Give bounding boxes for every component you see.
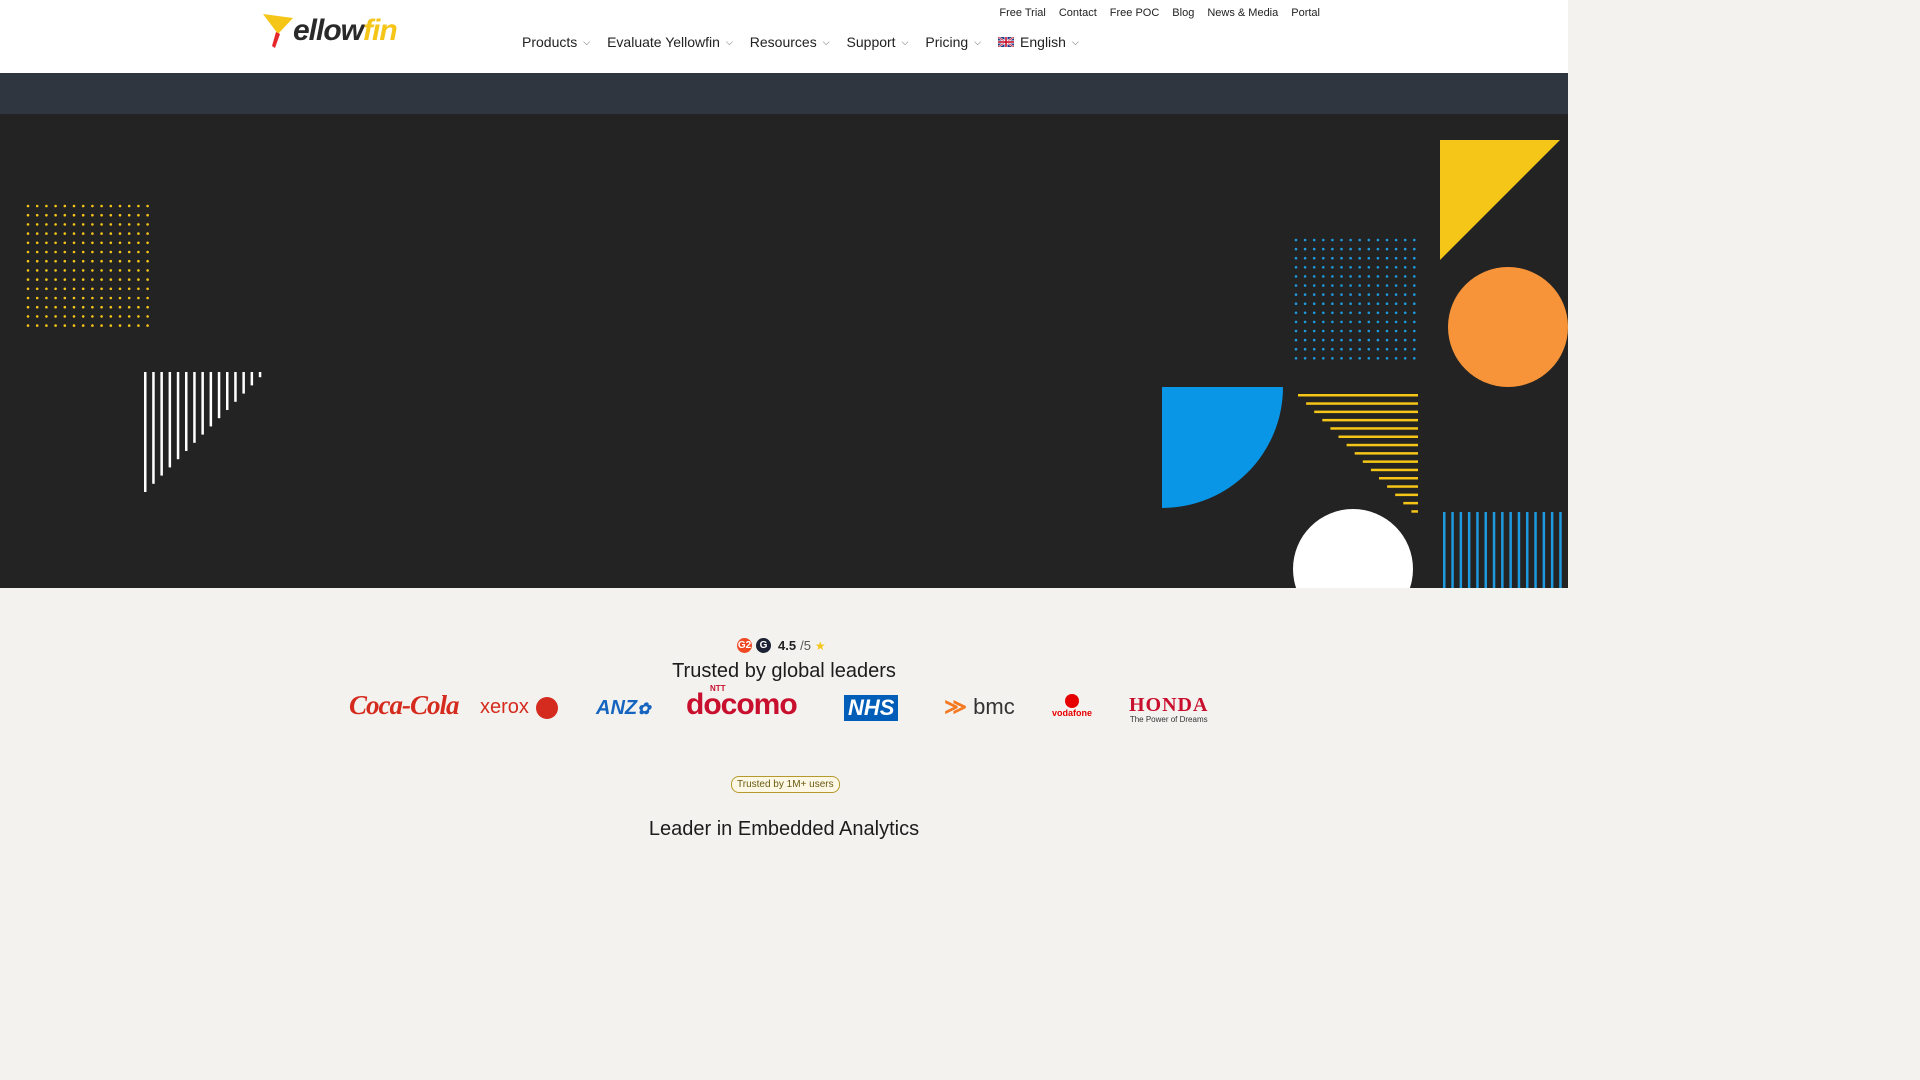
util-link-portal[interactable]: Portal bbox=[1291, 7, 1320, 19]
honda-logo: HONDA bbox=[1129, 694, 1209, 716]
nav-language-label: English bbox=[1020, 34, 1066, 50]
bmc-chevron-icon: ≫ bbox=[944, 694, 968, 719]
anz-logo: ANZ bbox=[596, 697, 638, 719]
docomo-ntt-text: NTT bbox=[710, 684, 726, 693]
xerox-logo: xerox bbox=[480, 696, 529, 718]
rating-badge: G2 G 4.5 /5 ★ bbox=[737, 638, 826, 653]
yellow-stripe-triangle-icon bbox=[1298, 394, 1418, 513]
util-link-news-media[interactable]: News & Media bbox=[1207, 7, 1278, 19]
utility-nav: Free Trial Contact Free POC Blog News & … bbox=[999, 7, 1320, 19]
g2-icon: G2 bbox=[737, 638, 752, 653]
trusted-users-badge: Trusted by 1M+ users bbox=[731, 776, 840, 793]
hero-decoration bbox=[26, 140, 1568, 588]
nav-pricing-label: Pricing bbox=[925, 34, 969, 50]
blue-dot-grid-icon bbox=[1294, 238, 1416, 360]
chevron-down-icon: ⌵ bbox=[1071, 36, 1079, 47]
nav-products-label: Products bbox=[522, 34, 578, 50]
logo-mark-icon bbox=[263, 14, 293, 48]
nav-resources-label: Resources bbox=[749, 34, 817, 50]
rating-out-of: /5 bbox=[800, 638, 811, 653]
nav-support[interactable]: Support ⌵ bbox=[847, 34, 909, 50]
nhs-logo: NHS bbox=[844, 695, 899, 721]
nav-resources[interactable]: Resources ⌵ bbox=[750, 34, 830, 50]
chevron-down-icon: ⌵ bbox=[901, 36, 909, 47]
chevron-down-icon: ⌵ bbox=[583, 36, 591, 47]
chevron-down-icon: ⌵ bbox=[822, 36, 830, 47]
yellowfin-logo[interactable]: ellowfin bbox=[263, 12, 408, 52]
leader-heading: Leader in Embedded Analytics bbox=[648, 818, 920, 840]
nav-evaluate[interactable]: Evaluate Yellowfin ⌵ bbox=[607, 34, 733, 50]
hero-banner bbox=[0, 114, 1568, 588]
site-header: ellowfin Free Trial Contact Free POC Blo… bbox=[0, 0, 1568, 73]
rating-score: 4.5 bbox=[778, 638, 797, 653]
trust-section: G2 G 4.5 /5 ★ Trusted by global leaders … bbox=[0, 588, 1568, 882]
sub-banner-bar bbox=[0, 73, 1568, 114]
orange-circle-icon bbox=[1448, 267, 1568, 387]
docomo-logo: docomo bbox=[686, 688, 798, 721]
star-icon: ★ bbox=[814, 638, 826, 653]
main-nav: Products ⌵ Evaluate Yellowfin ⌵ Resource… bbox=[522, 34, 1079, 50]
logo-text-accent: fin bbox=[363, 14, 398, 47]
nav-pricing[interactable]: Pricing ⌵ bbox=[925, 34, 981, 50]
vodafone-logo: vodafone bbox=[1052, 708, 1093, 718]
nav-products[interactable]: Products ⌵ bbox=[522, 34, 590, 50]
util-link-free-poc[interactable]: Free POC bbox=[1110, 7, 1160, 19]
nav-support-label: Support bbox=[846, 34, 896, 50]
uk-flag-icon bbox=[998, 37, 1015, 47]
chevron-down-icon: ⌵ bbox=[974, 36, 982, 47]
customer-logos: Coca-Cola xerox ANZ✿ NTT docomo NHS ≫ bm… bbox=[0, 684, 1568, 728]
blue-vertical-stripes-icon bbox=[1443, 512, 1562, 588]
yellow-dot-grid-icon bbox=[26, 204, 149, 327]
vodafone-mark-icon bbox=[1065, 694, 1079, 708]
xerox-mark-icon bbox=[536, 696, 559, 719]
yellow-triangle-icon bbox=[1440, 140, 1560, 260]
chevron-down-icon: ⌵ bbox=[725, 36, 733, 47]
cocacola-logo: Coca-Cola bbox=[349, 690, 459, 720]
util-link-blog[interactable]: Blog bbox=[1172, 7, 1194, 19]
logo-text: ellow bbox=[293, 14, 364, 47]
nav-language[interactable]: English ⌵ bbox=[998, 34, 1079, 50]
nav-evaluate-label: Evaluate Yellowfin bbox=[607, 34, 720, 50]
white-stripe-triangle-icon bbox=[144, 372, 262, 492]
trust-title: Trusted by global leaders bbox=[672, 660, 896, 682]
blue-quarter-circle-icon bbox=[1162, 387, 1283, 508]
util-link-free-trial[interactable]: Free Trial bbox=[999, 7, 1045, 19]
white-circle-icon bbox=[1293, 509, 1413, 588]
google-icon: G bbox=[756, 638, 771, 653]
honda-tagline: The Power of Dreams bbox=[1129, 715, 1208, 724]
anz-figures-icon: ✿ bbox=[637, 701, 651, 718]
util-link-contact[interactable]: Contact bbox=[1059, 7, 1097, 19]
bmc-logo: bmc bbox=[973, 694, 1015, 719]
